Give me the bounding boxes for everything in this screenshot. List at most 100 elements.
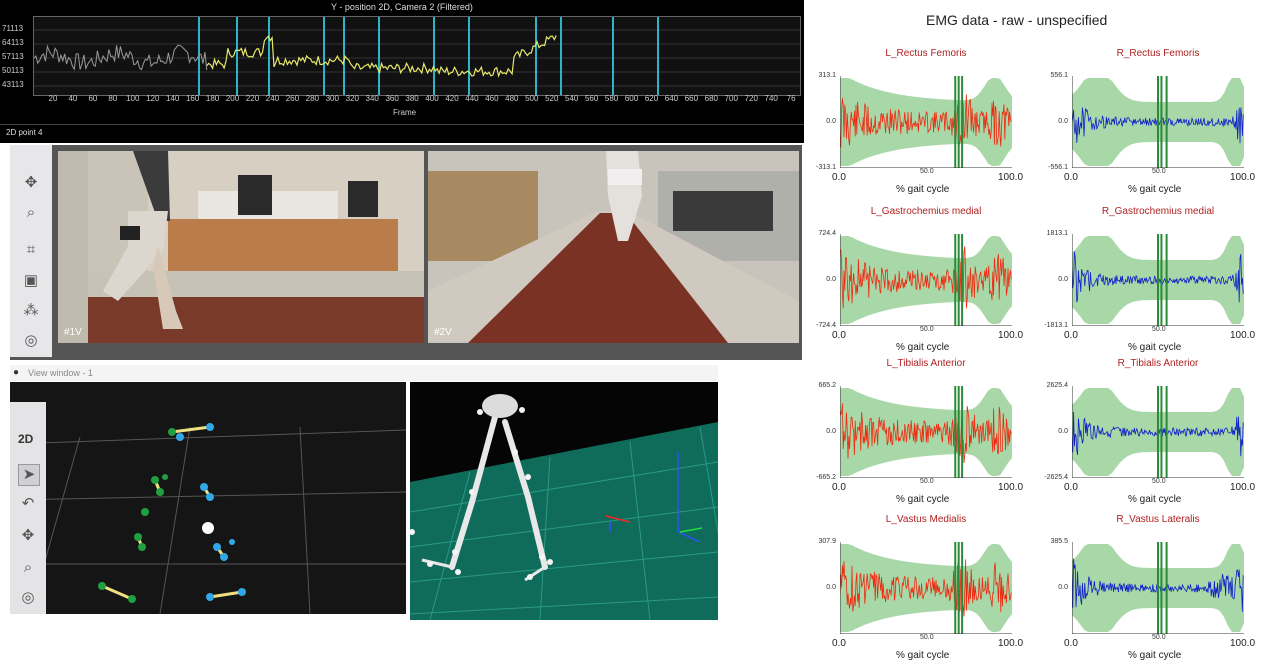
emg-x-mid: 50.0	[920, 168, 934, 175]
graph-plot-area[interactable]	[33, 16, 801, 96]
emg-plot	[1072, 76, 1244, 168]
emg-x-label: % gait cycle	[1128, 650, 1182, 661]
emg-chart-title: L_Tibialis Anterior	[886, 358, 966, 369]
emg-ymax: 307.9	[818, 538, 836, 545]
emg-x-label: % gait cycle	[896, 650, 950, 661]
graph-x-label: Frame	[393, 108, 417, 117]
emg-ymax: 385.5	[1050, 538, 1068, 545]
emg-plot	[840, 386, 1012, 478]
scene-3d-view[interactable]	[410, 382, 718, 620]
y-tick: 57113	[2, 52, 24, 61]
y-tick: 64113	[2, 38, 24, 47]
emg-ymax: 1813.1	[1046, 230, 1068, 237]
emg-chart-title: R_Vastus Lateralis	[1116, 514, 1200, 525]
emg-zero: 0.0	[1058, 584, 1068, 591]
crop-icon[interactable]: ⌗	[21, 240, 41, 260]
emg-ymax: 2625.4	[1046, 382, 1068, 389]
emg-zero: 0.0	[826, 584, 836, 591]
camera-1-view[interactable]: #1V	[58, 151, 424, 343]
emg-chart: L_Tibialis Anterior 665.2 0.0 -665.2 0.0 50.0…	[816, 358, 1036, 508]
view-window-title: View window - 1	[28, 368, 93, 378]
move-icon[interactable]: ✥	[21, 173, 41, 193]
emg-x-mid: 50.0	[1152, 326, 1166, 333]
scene-2d-toolbar: 2D ➤ ↶ ✥ ⌕ ◎	[10, 402, 46, 614]
emg-x-mid: 50.0	[920, 478, 934, 485]
emg-ymax: 556.1	[1050, 72, 1068, 79]
emg-plot	[840, 542, 1012, 634]
emg-x-label: % gait cycle	[1128, 494, 1182, 505]
view-window-title-bar[interactable]: ● View window - 1	[10, 365, 718, 381]
camera-2-view[interactable]: #2V	[428, 151, 799, 343]
emg-x-mid: 50.0	[1152, 634, 1166, 641]
emg-zero: 0.0	[826, 428, 836, 435]
emg-x-max: 100.0	[998, 172, 1024, 183]
emg-chart-title: R_Tibialis Anterior	[1117, 358, 1199, 369]
emg-x-max: 100.0	[1230, 172, 1256, 183]
emg-ymin: -313.1	[816, 164, 836, 171]
emg-zero: 0.0	[1058, 428, 1068, 435]
emg-plot	[840, 234, 1012, 326]
emg-zero: 0.0	[826, 118, 836, 125]
split-icon[interactable]: ⁂	[21, 301, 41, 321]
emg-ymin: -2625.4	[1044, 474, 1068, 481]
position-graph-panel: Y - position 2D, Camera 2 (Filtered) 711…	[0, 0, 804, 143]
camera-1-scene	[58, 151, 424, 343]
scene-3d-canvas	[410, 394, 718, 620]
emg-chart: R_Rectus Femoris 556.1 0.0 -556.1 0.0 50.0 100…	[1048, 48, 1263, 198]
emg-chart: R_Vastus Lateralis 385.5 0.0 0.0 50.0 100.0 % …	[1048, 514, 1263, 664]
y-tick: 71113	[2, 24, 24, 33]
emg-x-label: % gait cycle	[1128, 342, 1182, 353]
emg-x-max: 100.0	[1230, 482, 1256, 493]
zoom-icon[interactable]: ⌕	[18, 558, 38, 578]
y-tick: 50113	[2, 66, 24, 75]
video-toolbar: ✥ ⌕ ⌗ ▣ ⁂ ◎	[10, 145, 52, 357]
emg-chart: L_Vastus Medialis 307.9 0.0 0.0 50.0 100.0 % g…	[816, 514, 1036, 664]
emg-x-label: % gait cycle	[1128, 184, 1182, 195]
scene-2d-canvas	[10, 423, 406, 614]
emg-ymax: 313.1	[818, 72, 836, 79]
pointer-icon[interactable]: ➤	[18, 464, 40, 486]
emg-x-max: 100.0	[1230, 638, 1256, 649]
emg-chart-title: R_Gastrochemius medial	[1101, 206, 1215, 217]
target-icon[interactable]: ◎	[18, 588, 38, 608]
emg-title: EMG data - raw - unspecified	[926, 12, 1108, 28]
emg-chart-title: L_Gastrochemius medial	[870, 206, 982, 217]
emg-x-min: 0.0	[832, 172, 846, 183]
emg-zero: 0.0	[1058, 118, 1068, 125]
emg-x-min: 0.0	[1064, 482, 1078, 493]
x-tick: 76	[786, 94, 796, 103]
zoom-icon[interactable]: ⌕	[21, 203, 41, 223]
camera-icon[interactable]: ▣	[21, 271, 41, 291]
graph-trace-filtered	[206, 35, 557, 78]
emg-chart: L_Gastrochemius medial 724.4 0.0 -724.4 0.0 5…	[816, 206, 1036, 356]
emg-x-mid: 50.0	[920, 326, 934, 333]
mode-2d-button[interactable]: 2D	[18, 432, 33, 446]
emg-chart: R_Gastrochemius medial 1813.1 0.0 -1813.1 0.…	[1044, 206, 1263, 356]
emg-x-min: 0.0	[1064, 172, 1078, 183]
emg-x-label: % gait cycle	[896, 494, 950, 505]
emg-chart-title: R_Rectus Femoris	[1116, 48, 1200, 59]
emg-chart-title: L_Rectus Femoris	[885, 48, 967, 59]
target-icon[interactable]: ◎	[21, 331, 41, 351]
emg-plot	[1072, 234, 1244, 326]
emg-x-min: 0.0	[832, 330, 846, 341]
emg-x-max: 100.0	[1230, 330, 1256, 341]
emg-x-mid: 50.0	[920, 634, 934, 641]
emg-x-mid: 50.0	[1152, 168, 1166, 175]
camera-2-scene	[428, 151, 799, 343]
emg-ymax: 665.2	[818, 382, 836, 389]
emg-plot	[1072, 386, 1244, 478]
graph-svg	[33, 17, 800, 95]
emg-x-max: 100.0	[998, 330, 1024, 341]
move-icon[interactable]: ✥	[18, 526, 38, 546]
undo-icon[interactable]: ↶	[18, 494, 38, 514]
emg-chart: R_Tibialis Anterior 2625.4 0.0 -2625.4 0.0 50…	[1044, 358, 1263, 508]
emg-ymin: -556.1	[1048, 164, 1068, 171]
emg-chart-title: L_Vastus Medialis	[885, 514, 967, 525]
graph-title: Y - position 2D, Camera 2 (Filtered)	[331, 2, 473, 12]
emg-ymin: -724.4	[816, 322, 836, 329]
emg-chart: L_Rectus Femoris 313.1 0.0 -313.1 0.0 50.0 100…	[816, 48, 1036, 198]
y-tick: 43113	[2, 80, 24, 89]
emg-x-label: % gait cycle	[896, 184, 950, 195]
scene-2d-view[interactable]: 2D ➤ ↶ ✥ ⌕ ◎	[10, 382, 406, 614]
